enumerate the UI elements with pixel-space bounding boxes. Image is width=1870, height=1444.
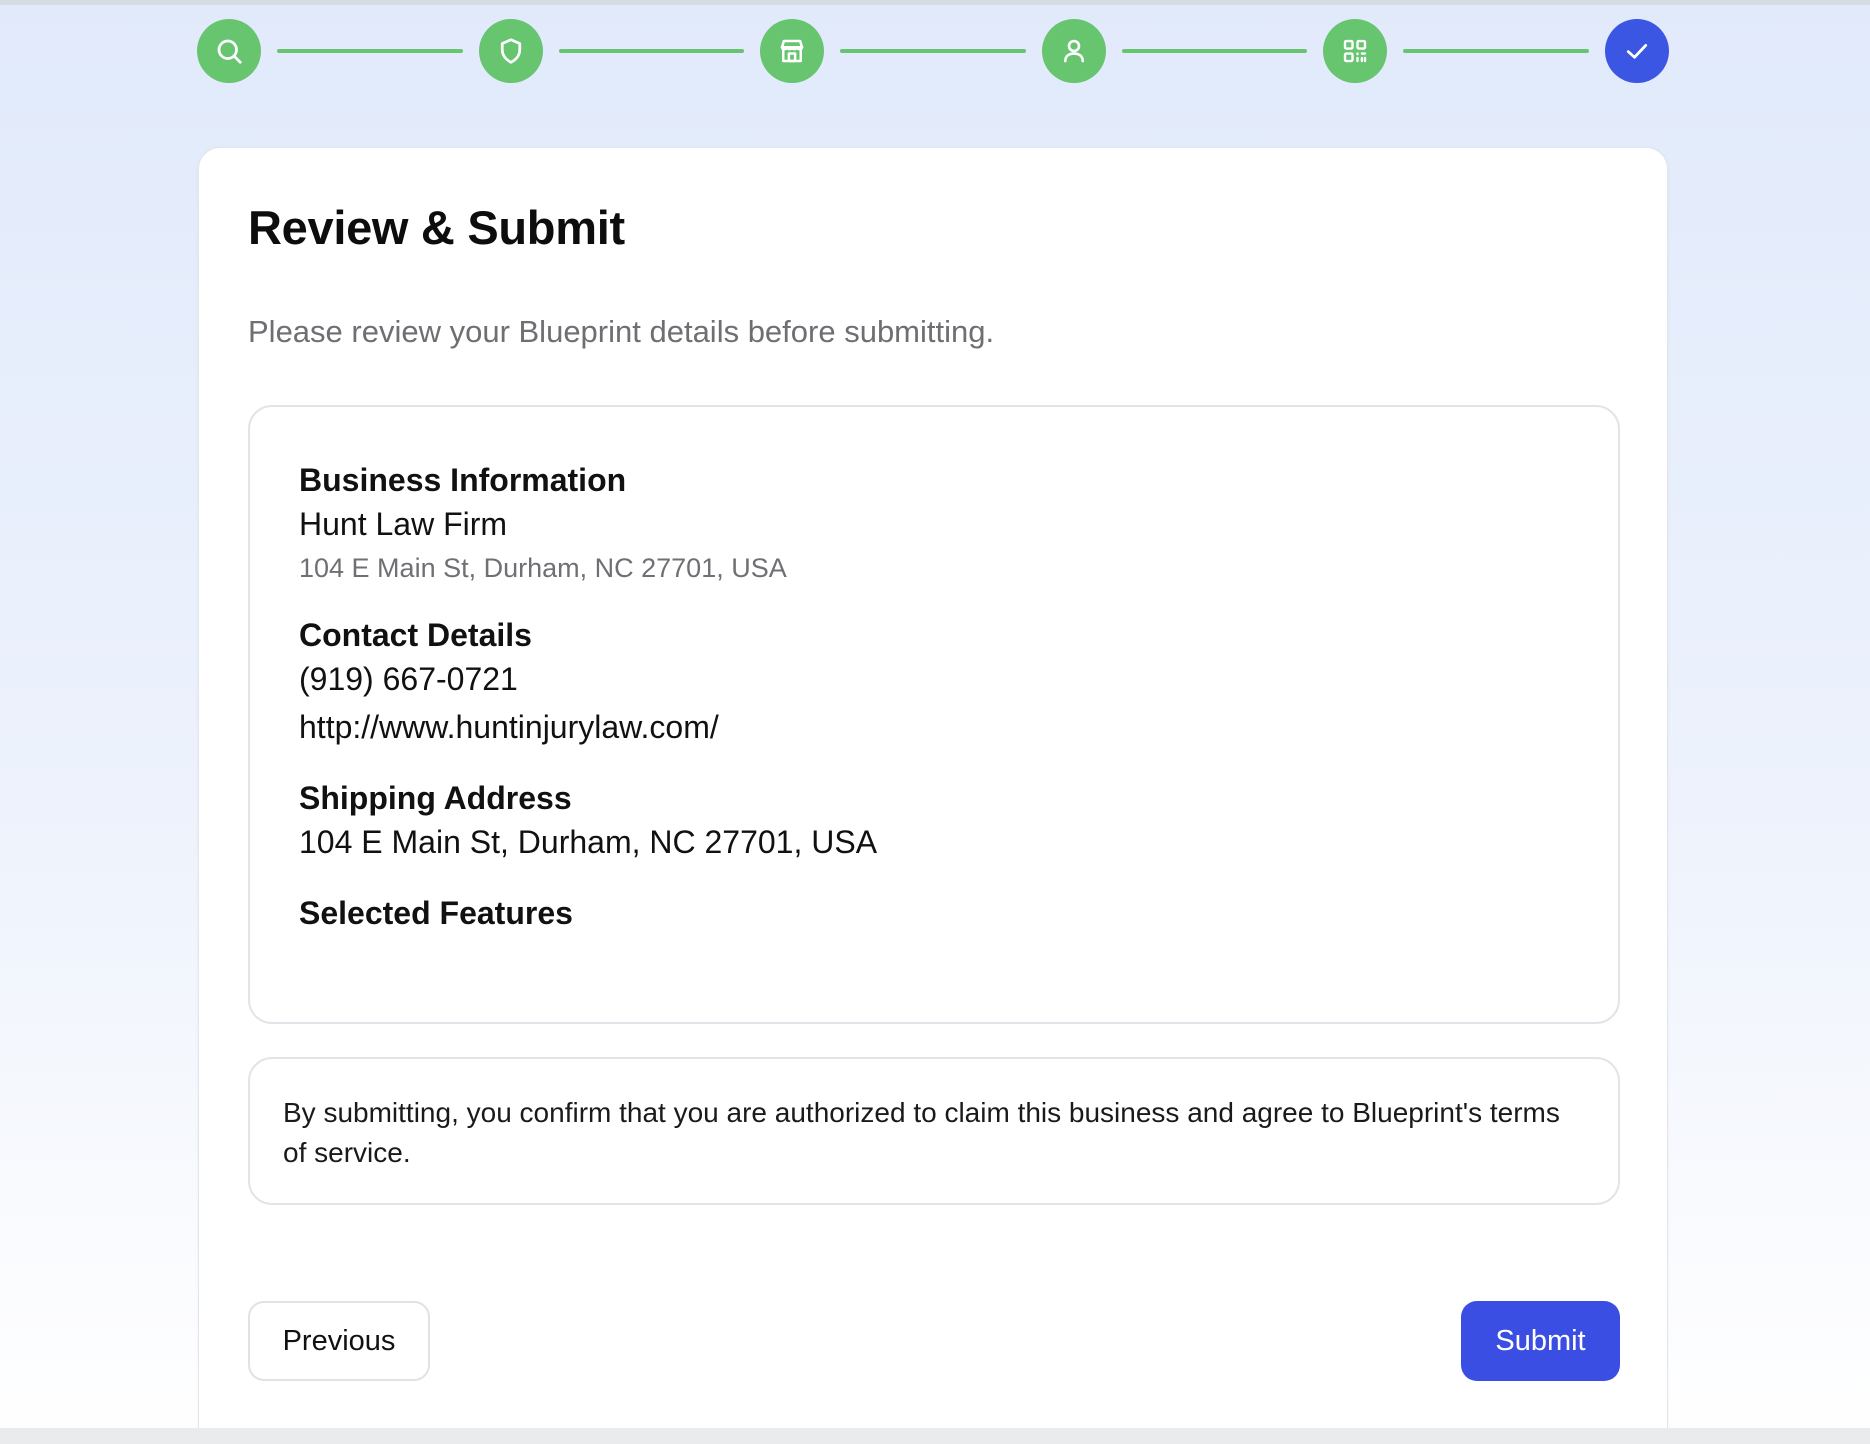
shield-icon: [500, 38, 521, 64]
window-top-border: [0, 0, 1870, 5]
shipping-address-section: Shipping Address 104 E Main St, Durham, …: [299, 778, 1570, 866]
step-contact[interactable]: [1041, 19, 1106, 83]
contact-details-heading: Contact Details: [299, 617, 532, 653]
review-card: Review & Submit Please review your Bluep…: [198, 147, 1668, 1428]
selected-features-heading: Selected Features: [299, 895, 573, 931]
user-icon: [1063, 39, 1084, 63]
previous-button[interactable]: Previous: [248, 1301, 430, 1381]
step-qr[interactable]: [1323, 19, 1388, 83]
business-information-heading: Business Information: [299, 462, 627, 498]
store-icon: [780, 39, 804, 63]
step-connector: [1121, 49, 1308, 53]
page-subtitle: Please review your Blueprint details bef…: [248, 314, 995, 349]
contact-website: http://www.huntinjurylaw.com/: [299, 709, 719, 745]
check-icon: [1626, 44, 1648, 59]
step-search[interactable]: [197, 19, 261, 83]
step-connector: [840, 49, 1026, 53]
page-title: Review & Submit: [248, 201, 625, 254]
summary-box: Business Information Hunt Law Firm 104 E…: [248, 405, 1620, 1024]
contact-phone: (919) 667-0721: [299, 661, 518, 697]
business-information-section: Business Information Hunt Law Firm 104 E…: [299, 460, 1570, 588]
step-review[interactable]: [1604, 19, 1669, 83]
business-address: 104 E Main St, Durham, NC 27701, USA: [299, 553, 787, 583]
progress-stepper: [197, 18, 1669, 84]
qr-code-icon: [1344, 39, 1367, 63]
step-connector: [277, 49, 463, 53]
step-business[interactable]: [760, 19, 825, 83]
business-name: Hunt Law Firm: [299, 506, 508, 542]
terms-notice: By submitting, you confirm that you are …: [248, 1057, 1620, 1205]
search-icon: [217, 39, 242, 64]
submit-button[interactable]: Submit: [1461, 1301, 1620, 1381]
shipping-address: 104 E Main St, Durham, NC 27701, USA: [299, 824, 878, 860]
selected-features-section: Selected Features: [299, 893, 1570, 933]
window-bottom-strip: [0, 1428, 1870, 1444]
shipping-address-heading: Shipping Address: [299, 780, 572, 816]
step-verify[interactable]: [478, 19, 543, 83]
contact-details-section: Contact Details (919) 667-0721 http://ww…: [299, 615, 1570, 751]
step-connector: [558, 49, 745, 53]
step-connector: [1403, 49, 1589, 53]
